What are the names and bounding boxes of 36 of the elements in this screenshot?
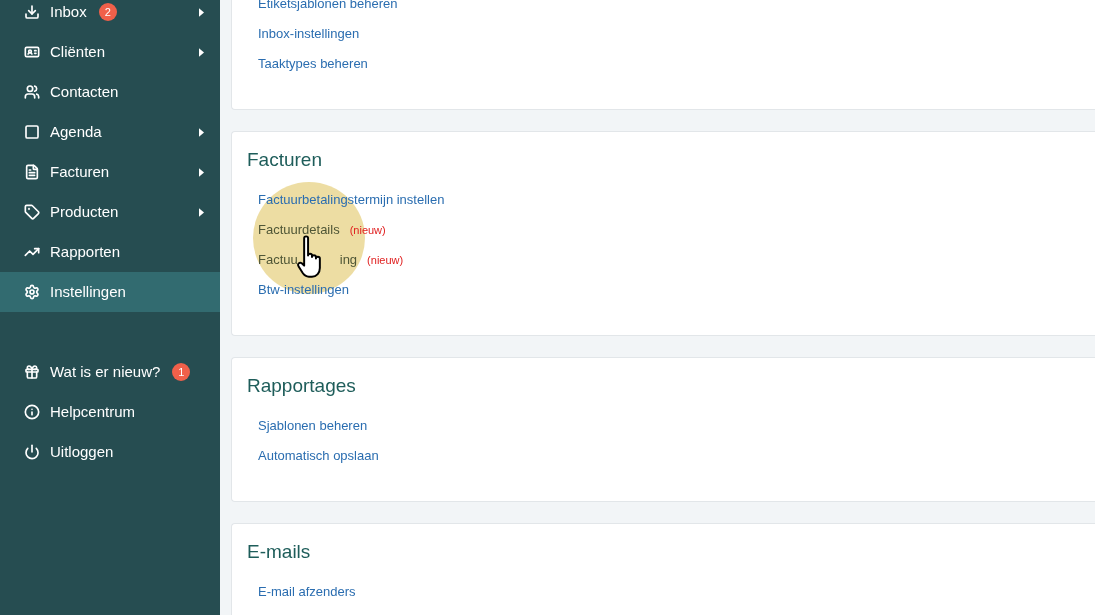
count-badge: 2 [98,3,117,21]
people-icon [24,84,40,100]
count-badge: 1 [172,363,191,381]
id-card-icon [24,44,40,60]
section-title: E-mails [247,540,312,564]
settings-link[interactable]: E-mail afzenders [258,582,356,602]
sidebar-item[interactable]: Rapporten [0,232,220,272]
document-icon [24,164,40,180]
settings-link[interactable]: Taaktypes beheren [258,54,368,74]
gift-icon [24,364,40,380]
new-tag: (nieuw) [367,251,404,269]
sidebar-item[interactable]: Facturen [0,152,220,192]
sidebar-item[interactable]: Agenda [0,112,220,152]
sidebar-item[interactable]: Wat is er nieuw? 1 [0,352,220,392]
settings-link[interactable]: Inbox-instellingen [258,24,360,44]
settings-link[interactable]: Factuurdetails [258,220,340,240]
settings-link[interactable]: Automatisch opslaan [258,446,379,466]
settings-link[interactable]: Factuurbetalingstermijn instellen [258,190,445,210]
settings-icon [24,284,40,300]
section-title: Facturen [247,148,323,172]
sidebar-item[interactable]: Helpcentrum [0,392,220,432]
settings-link[interactable]: Btw-instellingen [258,280,350,300]
tag-icon [24,204,40,220]
sidebar-item[interactable]: Uitloggen [0,432,220,472]
sidebar-item[interactable]: Contacten [0,72,220,112]
inbox-icon [24,4,40,20]
settings-link[interactable]: Factuu ing [258,250,358,270]
sidebar-item[interactable]: Cliënten [0,32,220,72]
sidebar-item[interactable]: Instellingen [0,272,220,312]
sidebar-item[interactable]: Inbox 2 [0,0,220,32]
new-tag: (nieuw) [349,221,386,239]
settings-link[interactable]: Sjablonen beheren [258,416,368,436]
power-icon [24,444,40,460]
sidebar-item[interactable]: Producten [0,192,220,232]
info-icon [24,404,40,420]
section-title: Rapportages [247,374,357,398]
